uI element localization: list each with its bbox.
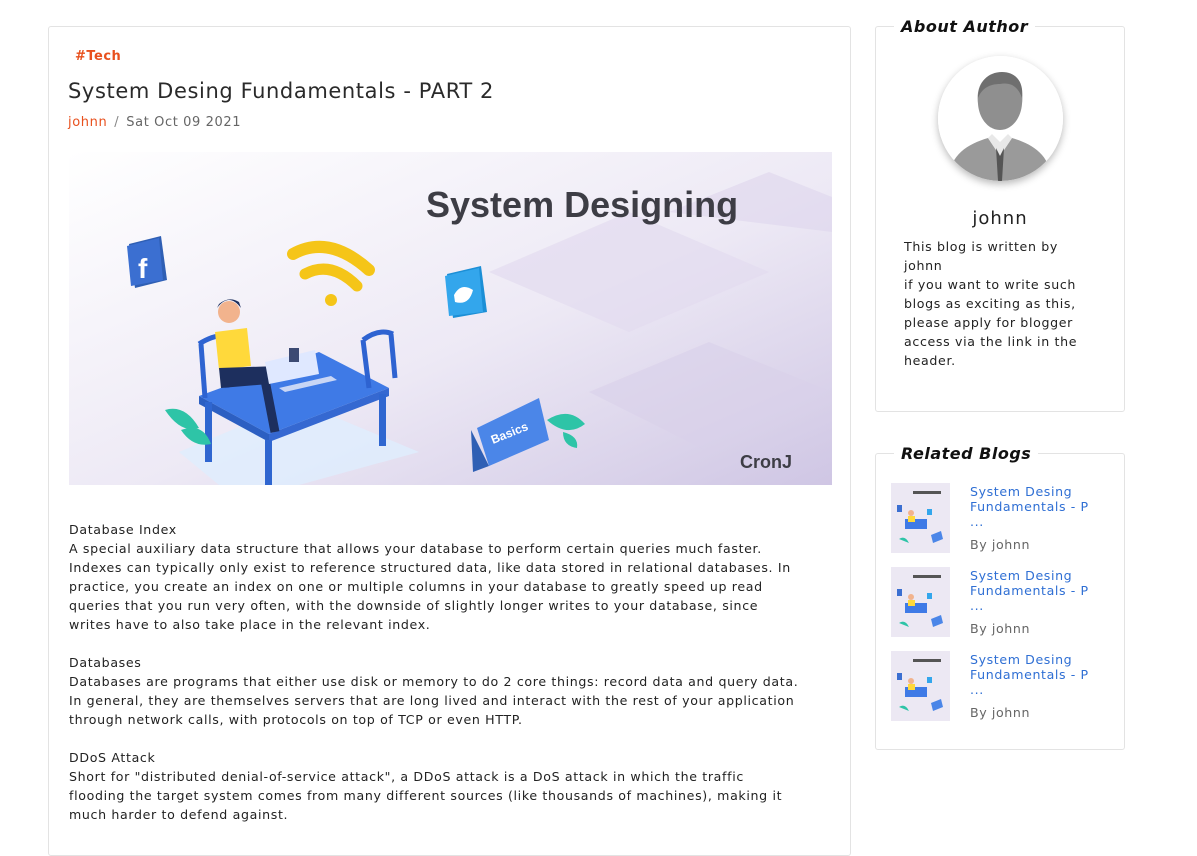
section-heading: Database Index: [69, 522, 177, 537]
section-line: In general, they are themselves servers …: [69, 693, 795, 708]
section-line: Short for "distributed denial-of-service…: [69, 769, 744, 784]
post-card: #Tech System Desing Fundamentals - PART …: [48, 26, 851, 856]
section-line: through network calls, with protocols on…: [69, 712, 523, 727]
related-title-ellipsis[interactable]: ...: [970, 598, 1110, 613]
about-author-heading: About Author: [894, 17, 1036, 36]
meta-separator: /: [114, 115, 120, 130]
related-title-ellipsis[interactable]: ...: [970, 682, 1110, 697]
bio-line: This blog is written by: [904, 239, 1058, 254]
related-title-line[interactable]: System Desing: [970, 568, 1110, 583]
post-author-link[interactable]: johnn: [68, 115, 107, 130]
related-blogs-box: Related Blogs System Desing Fundamentals…: [875, 444, 1125, 750]
svg-text:f: f: [138, 253, 148, 284]
section-line: practice, you create an index on one or …: [69, 579, 763, 594]
related-blog-title[interactable]: System Desing Fundamentals - P ...: [970, 484, 1110, 529]
author-bio: This blog is written by johnn if you wan…: [904, 237, 1099, 370]
related-title-line[interactable]: Fundamentals - P: [970, 499, 1110, 514]
section-line: much harder to defend against.: [69, 807, 289, 822]
related-blog-item[interactable]: System Desing Fundamentals - P ... By jo…: [891, 567, 1116, 637]
author-name: johnn: [972, 208, 1028, 229]
bio-line: if you want to write such: [904, 277, 1077, 292]
related-blog-thumbnail[interactable]: [891, 567, 950, 637]
section-line: flooding the target system comes from ma…: [69, 788, 783, 803]
hero-image: System Designing CronJ f Basics: [69, 152, 832, 485]
twitter-icon: [445, 266, 487, 318]
section-line: queries that you run very often, with th…: [69, 598, 759, 613]
related-blog-item[interactable]: System Desing Fundamentals - P ... By jo…: [891, 483, 1116, 553]
section-ddos-attack: DDoS Attack Short for "distributed denia…: [69, 748, 839, 824]
post-content: Database Index A special auxiliary data …: [69, 520, 839, 843]
related-title-line[interactable]: Fundamentals - P: [970, 667, 1110, 682]
related-title-line[interactable]: System Desing: [970, 484, 1110, 499]
bio-line: access via the link in the: [904, 334, 1078, 349]
section-line: Databases are programs that either use d…: [69, 674, 799, 689]
section-line: A special auxiliary data structure that …: [69, 541, 762, 556]
post-tag[interactable]: #Tech: [75, 49, 121, 64]
bio-line: blogs as exciting as this,: [904, 296, 1076, 311]
related-blog-item[interactable]: System Desing Fundamentals - P ... By jo…: [891, 651, 1116, 721]
related-blog-author: By johnn: [970, 537, 1031, 552]
related-title-line[interactable]: System Desing: [970, 652, 1110, 667]
post-title: System Desing Fundamentals - PART 2: [68, 79, 495, 103]
bio-line: johnn: [904, 258, 943, 273]
about-author-box: About Author johnn This blog is written …: [875, 17, 1125, 412]
section-line: Indexes can typically only exist to refe…: [69, 560, 791, 575]
hero-brand: CronJ: [740, 452, 792, 472]
user-silhouette-icon: [938, 56, 1063, 181]
related-title-line[interactable]: Fundamentals - P: [970, 583, 1110, 598]
related-blog-title[interactable]: System Desing Fundamentals - P ...: [970, 652, 1110, 697]
bio-line: header.: [904, 353, 956, 368]
related-blog-title[interactable]: System Desing Fundamentals - P ...: [970, 568, 1110, 613]
related-blogs-heading: Related Blogs: [894, 444, 1039, 463]
related-blog-author: By johnn: [970, 705, 1031, 720]
section-database-index: Database Index A special auxiliary data …: [69, 520, 839, 634]
bio-line: please apply for blogger: [904, 315, 1073, 330]
hero-headline: System Designing: [426, 184, 738, 225]
section-line: writes have to also take place in the re…: [69, 617, 431, 632]
section-databases: Databases Databases are programs that ei…: [69, 653, 839, 729]
related-title-ellipsis[interactable]: ...: [970, 514, 1110, 529]
post-meta: johnn / Sat Oct 09 2021: [68, 115, 241, 130]
facebook-icon: f: [127, 236, 167, 288]
related-blog-thumbnail[interactable]: [891, 483, 950, 553]
avatar: [938, 56, 1063, 181]
related-blog-author: By johnn: [970, 621, 1031, 636]
post-date: Sat Oct 09 2021: [126, 115, 242, 130]
section-heading: DDoS Attack: [69, 750, 156, 765]
section-heading: Databases: [69, 655, 142, 670]
related-blog-thumbnail[interactable]: [891, 651, 950, 721]
